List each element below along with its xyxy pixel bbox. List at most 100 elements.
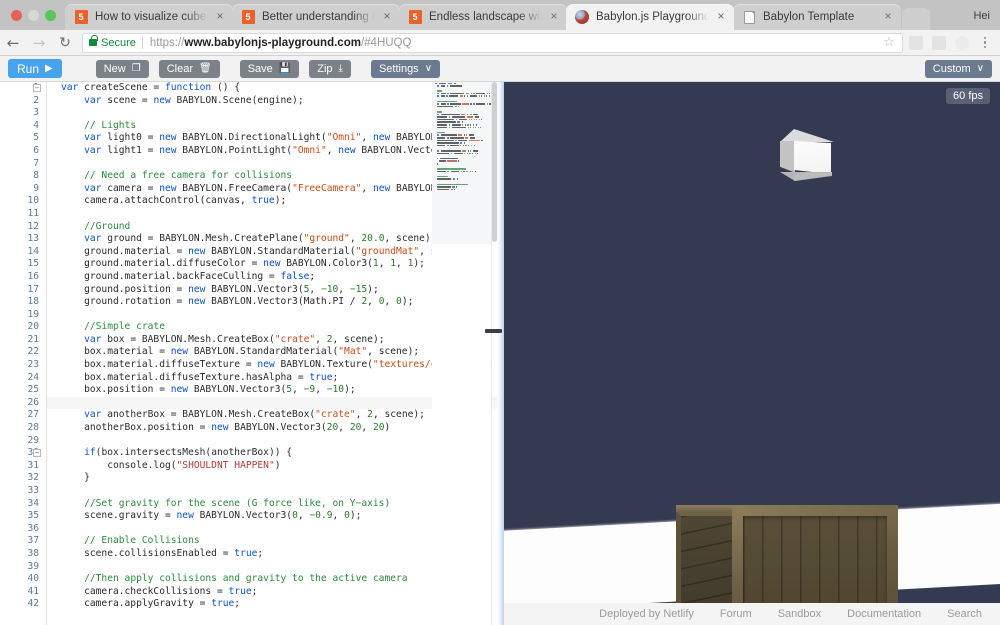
playground-footer: Deployed by Netlify Forum Sandbox Docume…	[504, 603, 1000, 625]
footer-link-search[interactable]: Search	[947, 608, 982, 620]
circle-icon[interactable]	[955, 35, 969, 50]
code-line[interactable]: ground.material = new BABYLON.StandardMa…	[47, 246, 497, 259]
browser-tab-1[interactable]: 5 Better understanding of registe ×	[232, 4, 400, 30]
code-line[interactable]: if(box.intersectsMesh(anotherBox)) {	[47, 447, 497, 460]
close-window-button[interactable]	[11, 10, 22, 21]
footer-link-sandbox[interactable]: Sandbox	[778, 608, 821, 620]
tab-title: Babylon Template	[763, 11, 855, 23]
code-line[interactable]: // Lights	[47, 120, 497, 133]
code-line[interactable]: // Need a free camera for collisions	[47, 170, 497, 183]
tab-close-icon[interactable]: ×	[380, 10, 394, 24]
panel-splitter[interactable]	[485, 82, 504, 625]
puzzle-icon[interactable]	[909, 35, 923, 50]
browser-address-bar: ← → ↻ Secure https://www.babylonjs-playg…	[0, 30, 1000, 56]
code-line[interactable]	[47, 208, 497, 221]
code-line[interactable]	[47, 396, 497, 410]
code-line[interactable]	[47, 523, 497, 536]
new-tab-button[interactable]	[902, 8, 930, 30]
code-line[interactable]: camera.attachControl(canvas, true);	[47, 195, 497, 208]
trash-icon: 🗑	[199, 62, 212, 74]
babylon-render-canvas[interactable]: 60 fps	[504, 82, 1000, 603]
code-line[interactable]: box.position = new BABYLON.Vector3(5, −9…	[47, 384, 497, 397]
code-line[interactable]	[47, 158, 497, 171]
code-line[interactable]: scene.collisionsEnabled = true;	[47, 548, 497, 561]
splitter-drag-handle[interactable]	[485, 329, 502, 333]
document-icon	[742, 10, 756, 24]
code-line[interactable]: ground.material.diffuseColor = new BABYL…	[47, 258, 497, 271]
code-line[interactable]: }	[47, 472, 497, 485]
browser-tab-0[interactable]: 5 How to visualize cube nodes in ×	[65, 4, 233, 30]
new-button[interactable]: New ❐	[95, 59, 149, 78]
tab-close-icon[interactable]: ×	[547, 10, 561, 24]
code-line[interactable]: //Then apply collisions and gravity to t…	[47, 573, 497, 586]
kebab-menu-icon[interactable]	[978, 36, 992, 49]
code-line[interactable]	[47, 561, 497, 574]
code-line[interactable]	[47, 309, 497, 322]
url-host: www.babylonjs-playground.com	[184, 36, 361, 49]
tab-close-icon[interactable]: ×	[714, 10, 728, 24]
zoom-window-button[interactable]	[45, 10, 56, 21]
code-line[interactable]: //Ground	[47, 221, 497, 234]
code-line[interactable]: var createScene = function () {	[47, 82, 497, 95]
minimize-window-button[interactable]	[28, 10, 39, 21]
code-line[interactable]	[47, 435, 497, 448]
tab-close-icon[interactable]: ×	[213, 10, 227, 24]
fold-toggle-icon[interactable]: −	[33, 449, 41, 458]
code-line[interactable]: box.material.diffuseTexture = new BABYLO…	[47, 359, 497, 372]
save-button[interactable]: Save 💾	[239, 59, 300, 78]
code-line[interactable]: scene.gravity = new BABYLON.Vector3(0, −…	[47, 510, 497, 523]
code-line[interactable]: var light0 = new BABYLON.DirectionalLigh…	[47, 132, 497, 145]
browser-tab-3-active[interactable]: Babylon.js Playground ×	[566, 4, 734, 30]
code-line[interactable]	[47, 485, 497, 498]
tab-close-icon[interactable]: ×	[881, 10, 895, 24]
code-editor[interactable]: 1234567891011121314151617181920212223242…	[0, 82, 497, 625]
code-line[interactable]: var scene = new BABYLON.Scene(engine);	[47, 95, 497, 108]
code-line[interactable]: var camera = new BABYLON.FreeCamera("Fre…	[47, 183, 497, 196]
star-icon[interactable]: ☆	[882, 35, 896, 50]
code-line[interactable]: //Simple crate	[47, 321, 497, 334]
custom-label: Custom	[932, 62, 971, 75]
fold-toggle-icon[interactable]: −	[33, 84, 41, 92]
zip-button[interactable]: Zip ⤓	[309, 59, 351, 78]
code-fold-column[interactable]: − −	[30, 82, 46, 625]
tab-title: Endless landscape with track g	[429, 11, 542, 23]
code-line[interactable]: ground.rotation = new BABYLON.Vector3(Ma…	[47, 296, 497, 309]
code-content[interactable]: var createScene = function () { var scen…	[46, 82, 497, 625]
code-line[interactable]: console.log("SHOULDNT HAPPEN")	[47, 460, 497, 473]
code-line[interactable]: var ground = BABYLON.Mesh.CreatePlane("g…	[47, 233, 497, 246]
code-line[interactable]: box.material = new BABYLON.StandardMater…	[47, 346, 497, 359]
panel-icon[interactable]	[932, 35, 946, 50]
profile-name[interactable]: Hei	[973, 10, 1000, 30]
url-text: https://www.babylonjs-playground.com/#4H…	[150, 37, 412, 49]
custom-version-button[interactable]: Custom ∨	[924, 59, 992, 78]
code-line[interactable]: var anotherBox = BABYLON.Mesh.CreateBox(…	[47, 409, 497, 422]
footer-link-forum[interactable]: Forum	[720, 608, 752, 620]
code-line[interactable]: var light1 = new BABYLON.PointLight("Omn…	[47, 145, 497, 158]
document-icon: ❐	[131, 62, 141, 74]
code-line[interactable]: camera.applyGravity = true;	[47, 598, 497, 611]
browser-tab-4[interactable]: Babylon Template ×	[733, 4, 901, 30]
code-line[interactable]: ground.material.backFaceCulling = false;	[47, 271, 497, 284]
run-button[interactable]: Run ▶	[8, 59, 62, 78]
reload-icon[interactable]: ↻	[52, 30, 78, 56]
code-line[interactable]: // Enable Collisions	[47, 535, 497, 548]
url-bar[interactable]: Secure https://www.babylonjs-playground.…	[82, 32, 903, 53]
settings-label: Settings	[378, 62, 419, 75]
clear-button[interactable]: Clear 🗑	[158, 59, 220, 78]
footer-link-documentation[interactable]: Documentation	[847, 608, 921, 620]
code-line[interactable]: box.material.diffuseTexture.hasAlpha = t…	[47, 372, 497, 385]
code-line[interactable]	[47, 107, 497, 120]
browser-tab-2[interactable]: 5 Endless landscape with track g ×	[399, 4, 567, 30]
footer-link-netlify[interactable]: Deployed by Netlify	[599, 608, 694, 620]
code-line[interactable]: anotherBox.position = new BABYLON.Vector…	[47, 422, 497, 435]
code-line[interactable]: //Set gravity for the scene (G force lik…	[47, 498, 497, 511]
code-line[interactable]: var box = BABYLON.Mesh.CreateBox("crate"…	[47, 334, 497, 347]
back-icon[interactable]: ←	[0, 30, 26, 56]
forward-icon[interactable]: →	[26, 30, 52, 56]
tab-title: How to visualize cube nodes in	[95, 11, 208, 23]
minimap-viewport-slider[interactable]	[432, 82, 492, 244]
settings-button[interactable]: Settings ∨	[370, 59, 441, 78]
extension-icons	[909, 35, 1000, 50]
code-line[interactable]: camera.checkCollisions = true;	[47, 586, 497, 599]
code-line[interactable]: ground.position = new BABYLON.Vector3(5,…	[47, 284, 497, 297]
